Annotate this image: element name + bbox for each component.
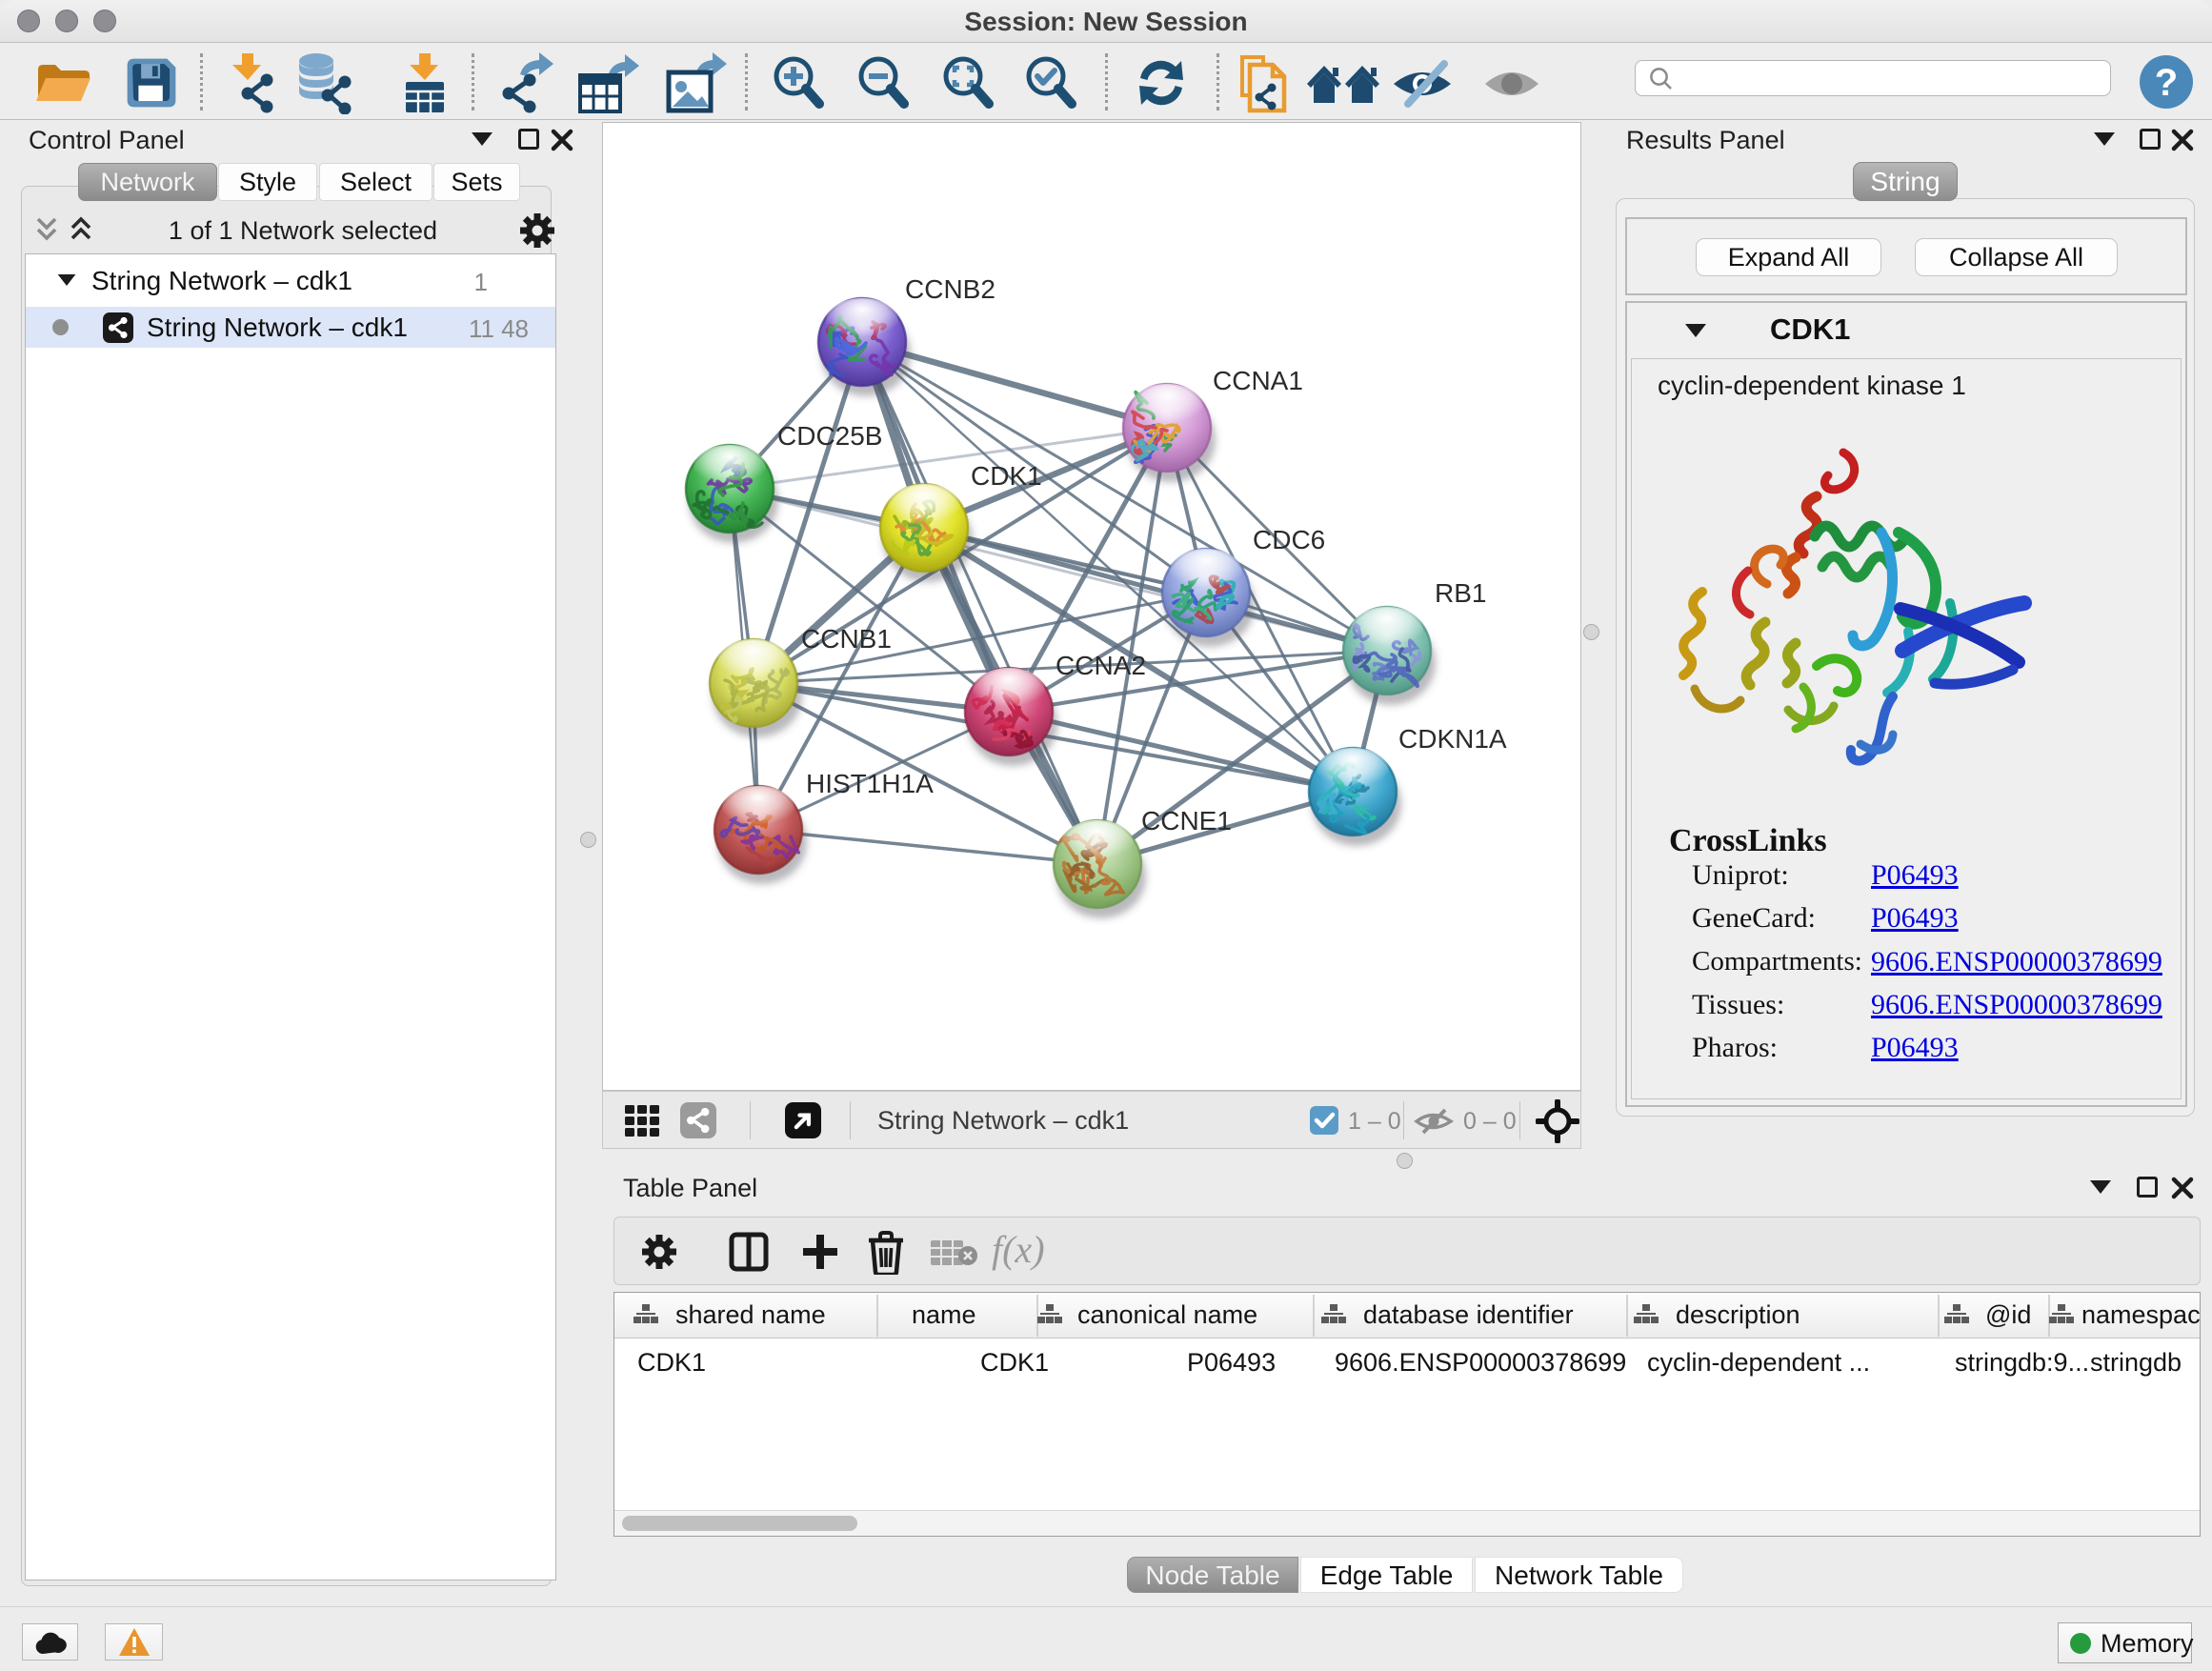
svg-text:CCNA2: CCNA2 xyxy=(1056,651,1146,680)
svg-text:CCNB1: CCNB1 xyxy=(801,624,892,654)
svg-text:CDC25B: CDC25B xyxy=(777,421,882,451)
svg-text:CCNE1: CCNE1 xyxy=(1141,806,1232,836)
svg-text:CDK1: CDK1 xyxy=(971,461,1042,491)
svg-text:CCNA1: CCNA1 xyxy=(1213,366,1303,395)
svg-text:HIST1H1A: HIST1H1A xyxy=(806,769,934,798)
svg-text:RB1: RB1 xyxy=(1435,578,1486,608)
svg-text:CCNB2: CCNB2 xyxy=(905,274,995,304)
svg-text:CDC6: CDC6 xyxy=(1253,525,1325,554)
svg-text:CDKN1A: CDKN1A xyxy=(1398,724,1507,754)
svg-text:?: ? xyxy=(2155,62,2178,104)
